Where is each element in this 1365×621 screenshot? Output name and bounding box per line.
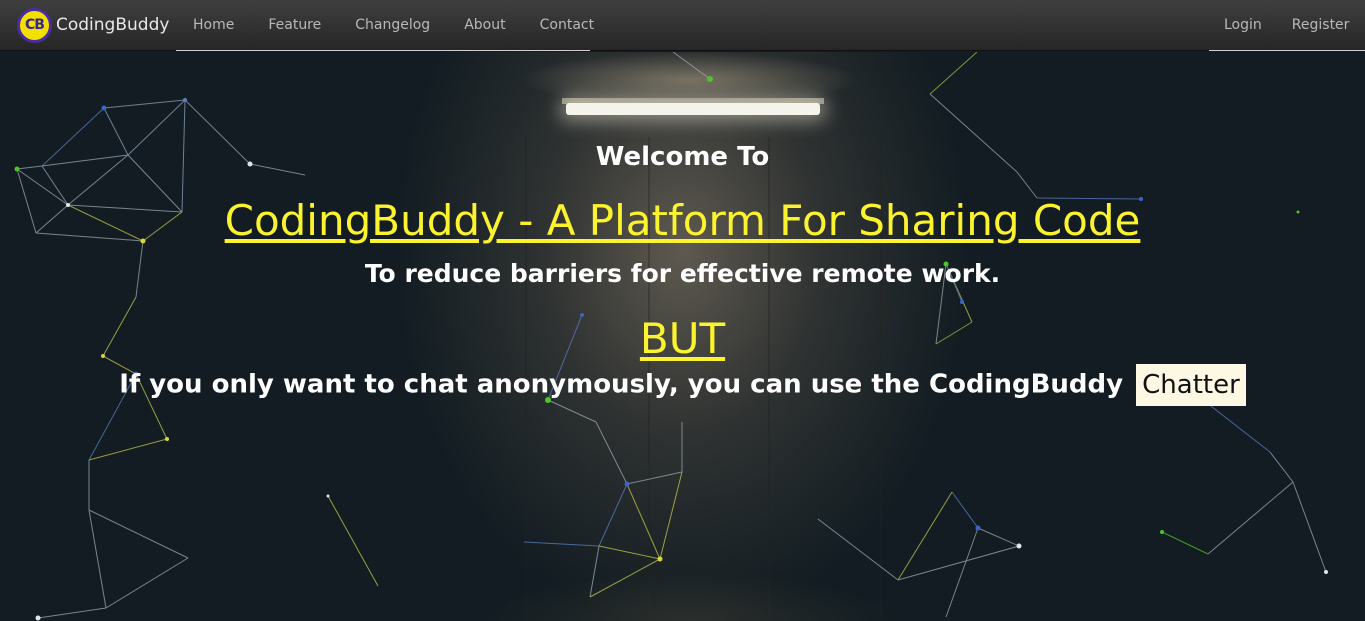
login-link[interactable]: Login bbox=[1209, 17, 1277, 33]
hero-subtitle: To reduce barriers for effective remote … bbox=[364, 259, 1001, 288]
navbar: CB CodingBuddy Home Feature Changelog Ab… bbox=[0, 0, 1365, 51]
nav-link-contact[interactable]: Contact bbox=[523, 17, 611, 33]
nav-links: Home Feature Changelog About Contact bbox=[176, 0, 594, 51]
chat-line: If you only want to chat anonymously, yo… bbox=[0, 364, 1365, 406]
but-heading: BUT bbox=[639, 314, 726, 363]
nav-link-home[interactable]: Home bbox=[176, 17, 251, 33]
nav-auth-links: Login Register bbox=[1209, 0, 1365, 51]
nav-link-feature[interactable]: Feature bbox=[251, 17, 338, 33]
welcome-text: Welcome To bbox=[595, 142, 770, 172]
nav-link-about[interactable]: About bbox=[447, 17, 522, 33]
chat-text: If you only want to chat anonymously, yo… bbox=[119, 369, 1124, 400]
hero-section: Welcome To CodingBuddy - A Platform For … bbox=[0, 52, 1365, 621]
brand-logo-icon: CB bbox=[17, 7, 52, 43]
chatter-button[interactable]: Chatter bbox=[1136, 364, 1246, 406]
brand-name: CodingBuddy bbox=[56, 15, 170, 35]
hero-headline: CodingBuddy - A Platform For Sharing Cod… bbox=[224, 196, 1141, 245]
nav-link-changelog[interactable]: Changelog bbox=[338, 17, 447, 33]
register-link[interactable]: Register bbox=[1277, 17, 1365, 33]
brand[interactable]: CB CodingBuddy bbox=[17, 7, 169, 43]
